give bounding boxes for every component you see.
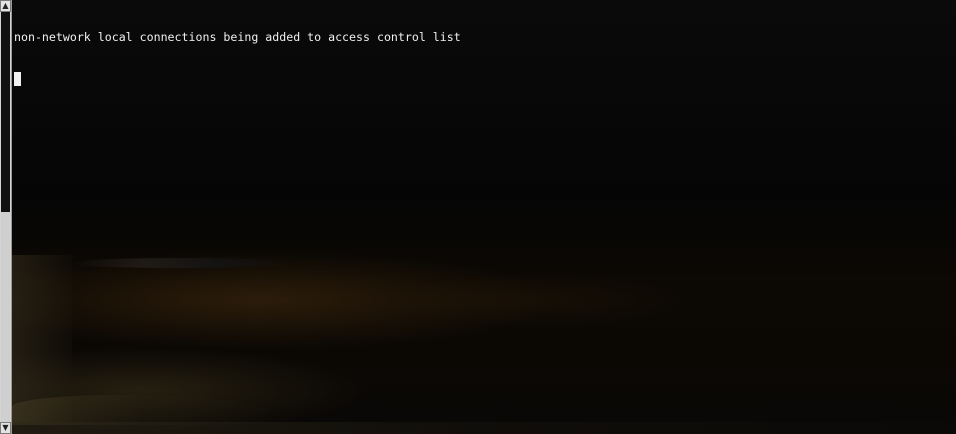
scroll-up-arrow-icon[interactable]: ▲: [0, 0, 11, 12]
background-wallpaper-ground: [12, 422, 956, 434]
scroll-down-arrow-icon[interactable]: ▼: [0, 422, 11, 434]
terminal-prompt-line[interactable]: [14, 72, 956, 86]
scrollbar-trough[interactable]: [1, 212, 10, 422]
terminal-window[interactable]: ▲ ▼ non-network local connections being …: [0, 0, 956, 434]
background-wallpaper-smear: [68, 258, 288, 268]
text-cursor: [14, 72, 21, 86]
background-wallpaper-rubble: [12, 395, 272, 425]
scrollbar-thumb[interactable]: [1, 12, 10, 212]
vertical-scrollbar[interactable]: ▲ ▼: [0, 0, 12, 434]
terminal-output[interactable]: non-network local connections being adde…: [14, 2, 956, 114]
terminal-line: non-network local connections being adde…: [14, 30, 461, 44]
